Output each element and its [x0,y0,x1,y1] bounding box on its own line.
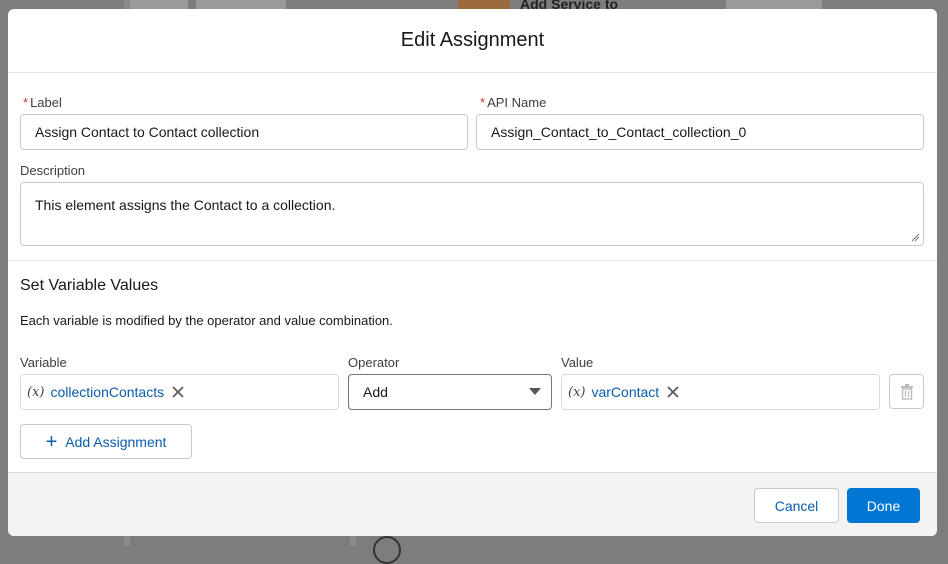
done-label: Done [866,497,901,514]
variable-field[interactable]: (x) collectionContacts [20,374,339,410]
description-label: Description [20,163,86,178]
value-field[interactable]: (x) varContact [561,374,880,410]
operator-value: Add [363,384,388,400]
description-textarea[interactable]: This element assigns the Contact to a co… [20,182,924,246]
variable-pill-label: collectionContacts [50,384,165,400]
plus-icon: + [45,430,58,453]
remove-variable-close-icon[interactable] [170,384,186,400]
label-field-label: * Label [23,95,62,110]
cancel-button[interactable]: Cancel [754,488,839,523]
section-divider [8,260,937,261]
operator-select[interactable]: Add [348,374,552,410]
modal-footer: Cancel Done [8,472,937,536]
operator-column-label: Operator [348,355,400,370]
modal-title: Edit Assignment [400,29,545,51]
trash-icon [900,383,913,400]
api-name-input[interactable]: Assign_Contact_to_Contact_collection_0 [476,114,924,150]
variable-column-label: Variable [20,355,67,370]
section-title: Set Variable Values [20,277,159,294]
add-assignment-button[interactable]: + Add Assignment [20,424,192,459]
done-button[interactable]: Done [847,488,920,523]
value-pill-label: varContact [591,384,660,400]
api-name-input-value: Assign_Contact_to_Contact_collection_0 [491,124,747,140]
canvas-end-node [373,536,401,564]
delete-row-button[interactable] [889,374,924,409]
cancel-label: Cancel [774,497,819,514]
value-column-label: Value [561,355,594,370]
chevron-down-icon [529,388,541,395]
variable-icon: (x) [27,384,45,400]
section-helper-text: Each variable is modified by the operato… [20,313,393,328]
canvas-connector [350,536,356,546]
edit-assignment-modal: Edit Assignment * Label Assign Contact to… [8,9,937,536]
remove-value-close-icon[interactable] [665,384,681,400]
variable-icon: (x) [568,384,586,400]
required-indicator: * [480,95,486,110]
label-input-value: Assign Contact to Contact collection [35,124,260,140]
required-indicator: * [23,95,29,110]
label-input[interactable]: Assign Contact to Contact collection [20,114,468,150]
resize-grip-icon[interactable] [911,233,920,242]
description-value: This element assigns the Contact to a co… [35,197,336,213]
modal-header: Edit Assignment [8,9,937,73]
add-assignment-label: Add Assignment [65,433,167,450]
api-name-field-label: * API Name [480,95,547,110]
